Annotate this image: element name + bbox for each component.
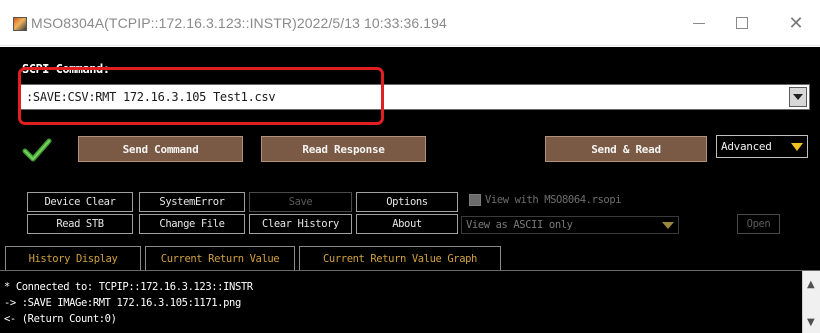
open-button[interactable]: Open [737, 214, 780, 234]
options-button[interactable]: Options [356, 192, 458, 212]
title-bar: MSO8304A(TCPIP::172.16.3.123::INSTR)2022… [0, 0, 820, 46]
clear-history-button[interactable]: Clear History [249, 214, 352, 234]
view-with-rsopi-label: View with MSO8064.rsopi [485, 194, 622, 206]
history-scrollbar[interactable]: ▲ ▼ [802, 271, 820, 333]
app-icon [13, 17, 27, 31]
view-with-rsopi-checkbox[interactable] [469, 194, 481, 206]
scroll-up-icon[interactable]: ▲ [807, 279, 815, 290]
read-response-button[interactable]: Read Response [261, 136, 426, 162]
save-button[interactable]: Save [249, 192, 352, 212]
check-icon [22, 138, 52, 162]
tab-current-return-value-graph[interactable]: Current Return Value Graph [299, 246, 501, 270]
maximize-button[interactable] [722, 9, 762, 37]
mode-select-value: Advanced [721, 140, 772, 153]
chevron-down-icon [662, 222, 674, 229]
send-and-read-button[interactable]: Send & Read [545, 136, 707, 162]
scroll-down-icon[interactable]: ▼ [807, 317, 815, 328]
command-dropdown-button[interactable] [789, 87, 807, 107]
maximize-icon [736, 17, 748, 29]
view-mode-select[interactable]: View as ASCII only [461, 216, 679, 234]
close-button[interactable]: ✕ [776, 9, 816, 37]
tab-current-return-value[interactable]: Current Return Value [145, 246, 295, 270]
device-clear-button[interactable]: Device Clear [27, 192, 133, 212]
chevron-down-icon [793, 94, 803, 100]
send-command-button[interactable]: Send Command [78, 136, 243, 162]
minimize-icon [693, 22, 705, 24]
window-title: MSO8304A(TCPIP::172.16.3.123::INSTR)2022… [31, 15, 447, 31]
command-combobox[interactable] [20, 84, 810, 110]
minimize-button[interactable] [679, 9, 719, 37]
history-line: * Connected to: TCPIP::172.16.3.123::INS… [4, 281, 253, 293]
system-error-button[interactable]: SystemError [139, 192, 245, 212]
history-display[interactable]: * Connected to: TCPIP::172.16.3.123::INS… [0, 271, 820, 333]
chevron-down-icon [791, 143, 803, 151]
scpi-command-label: SCPI Command: [22, 62, 110, 76]
tab-history-display[interactable]: History Display [5, 246, 141, 270]
history-line: -> :SAVE IMAGe:RMT 172.16.3.105:1171.png [4, 297, 241, 309]
about-button[interactable]: About [356, 214, 458, 234]
scpi-command-input[interactable] [22, 86, 782, 108]
view-mode-value: View as ASCII only [466, 219, 573, 231]
read-stb-button[interactable]: Read STB [27, 214, 133, 234]
change-file-button[interactable]: Change File [139, 214, 245, 234]
history-line: <- (Return Count:0) [4, 313, 117, 325]
close-icon: ✕ [788, 12, 804, 34]
mode-select[interactable]: Advanced [716, 135, 808, 158]
